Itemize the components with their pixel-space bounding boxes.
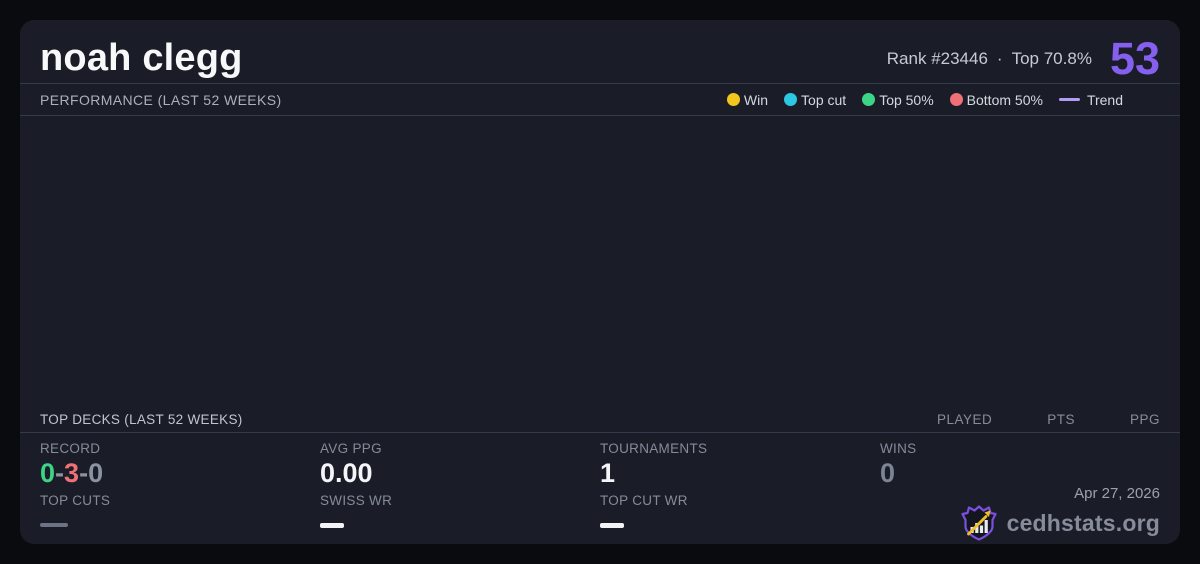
wins-label: WINS: [880, 441, 917, 456]
top-decks-section-title: TOP DECKS (LAST 52 WEEKS): [40, 412, 243, 427]
stat-column-record: RECORD 0-3-0 TOP CUTS: [40, 433, 320, 544]
performance-section-header: PERFORMANCE (LAST 52 WEEKS) Win Top cut …: [20, 84, 1180, 116]
tournaments-value: 1: [600, 458, 616, 488]
legend-label: Trend: [1086, 91, 1123, 108]
stat-column-tournaments: TOURNAMENTS 1 TOP CUT WR: [600, 433, 880, 544]
tournaments-label: TOURNAMENTS: [600, 441, 708, 456]
rank-text: Rank #23446: [886, 48, 988, 68]
record-value: 0-3-0: [40, 456, 320, 492]
top-cut-dot-icon: [784, 93, 798, 106]
brand-text: cedhstats.org: [1006, 509, 1160, 536]
column-header-played: PLAYED: [936, 412, 993, 427]
avg-ppg-label: AVG PPG: [320, 441, 382, 456]
swiss-wr-empty-dash: [320, 523, 344, 528]
chart-legend: Win Top cut Top 50% Bottom 50% Trend: [726, 91, 1160, 108]
column-header-pts: PTS: [1047, 412, 1075, 427]
stats-grid: RECORD 0-3-0 TOP CUTS AVG PPG 0.00 SWISS…: [20, 433, 1180, 544]
dot-separator: ·: [996, 48, 1003, 68]
rank-line: Rank #23446 · Top 70.8%: [887, 49, 1092, 69]
rank-summary: Rank #23446 · Top 70.8% 53: [887, 36, 1160, 81]
record-draws: 0: [88, 458, 104, 488]
top-cut-wr-empty-dash: [600, 523, 624, 528]
date-stamp: Apr 27, 2026: [1074, 485, 1160, 502]
top-decks-header: TOP DECKS (LAST 52 WEEKS) PLAYED PTS PPG: [20, 407, 1180, 433]
avg-ppg-value: 0.00: [320, 458, 373, 488]
player-stats-card: noah clegg Rank #23446 · Top 70.8% 53 PE…: [20, 20, 1180, 544]
record-wins: 0: [40, 458, 56, 488]
top-50-dot-icon: [862, 93, 876, 106]
top-cut-wr-label: TOP CUT WR: [600, 493, 688, 508]
legend-label: Win: [743, 91, 769, 108]
cedhstats-logo-icon: [960, 505, 997, 541]
legend-item-win: Win: [726, 91, 769, 108]
column-header-ppg: PPG: [1129, 412, 1160, 427]
legend-label: Bottom 50%: [966, 91, 1043, 108]
legend-item-trend: Trend: [1058, 91, 1123, 108]
top-cuts-empty-dash: [40, 523, 68, 527]
legend-label: Top 50%: [879, 91, 934, 108]
player-score: 53: [1109, 33, 1160, 84]
top-decks-column-headers: PLAYED PTS PPG: [937, 412, 1160, 427]
performance-section-title: PERFORMANCE (LAST 52 WEEKS): [40, 91, 282, 108]
record-losses: 3: [64, 458, 80, 488]
top-cuts-label: TOP CUTS: [40, 493, 111, 508]
legend-item-top-cut: Top cut: [784, 92, 846, 108]
stat-column-avg-ppg: AVG PPG 0.00 SWISS WR: [320, 433, 600, 544]
legend-label: Top cut: [801, 91, 847, 108]
performance-chart-area: [20, 116, 1180, 407]
legend-item-top-50: Top 50%: [862, 91, 934, 108]
cedhstats-brand-link[interactable]: cedhstats.org: [959, 503, 1160, 543]
swiss-wr-label: SWISS WR: [320, 493, 393, 508]
legend-item-bottom-50: Bottom 50%: [949, 91, 1043, 108]
card-header: noah clegg Rank #23446 · Top 70.8% 53: [20, 20, 1180, 84]
player-name: noah clegg: [40, 37, 243, 79]
bottom-50-dot-icon: [949, 93, 963, 106]
record-separator: -: [79, 458, 89, 488]
win-dot-icon: [726, 93, 740, 106]
trend-line-icon: [1058, 98, 1080, 101]
top-percent-text: Top 70.8%: [1011, 48, 1092, 68]
record-label: RECORD: [40, 441, 101, 456]
record-separator: -: [55, 458, 65, 488]
